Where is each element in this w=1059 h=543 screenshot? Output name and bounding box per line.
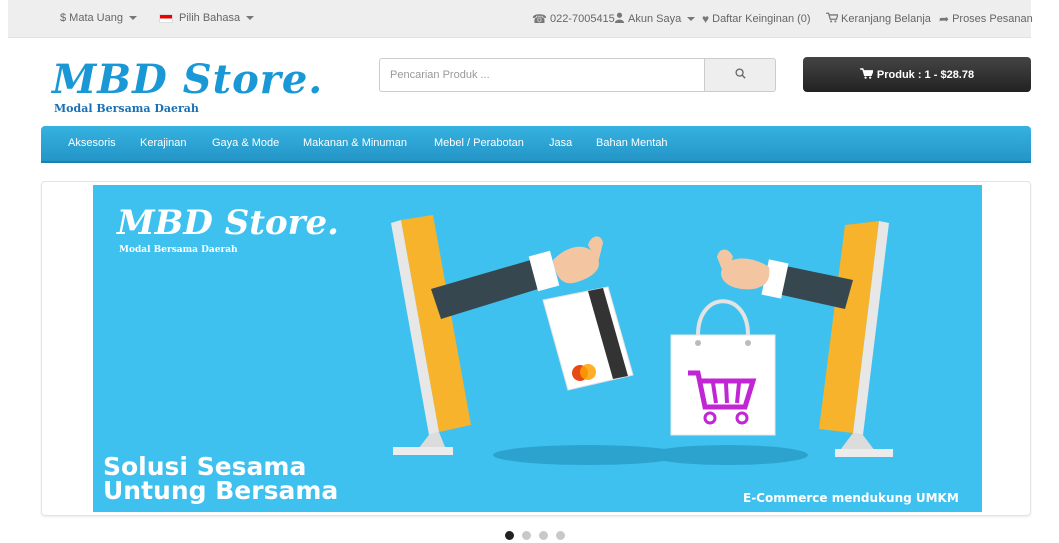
account-label: Akun Saya [628,13,682,25]
search-button[interactable] [704,58,776,92]
nav-item-bahan-mentah[interactable]: Bahan Mentah [596,137,668,149]
header: MBD Store. Modal Bersama Daerah Produk :… [0,38,1059,126]
banner-logo-title: MBD Store. [117,203,340,243]
cart-summary-label: Produk : 1 - $28.78 [876,68,975,81]
search-input[interactable] [379,58,704,92]
chevron-down-icon [128,16,137,20]
banner-footer-text: E-Commerce mendukung UMKM [743,491,959,505]
heart-icon: ♥ [702,12,710,26]
phone-link[interactable]: ☎ 022-7005415 [532,12,615,26]
nav-item-mebel-perabotan[interactable]: Mebel / Perabotan [434,137,524,149]
nav-item-kerajinan[interactable]: Kerajinan [140,137,186,149]
nav-item-jasa[interactable]: Jasa [549,137,572,149]
slider-dot-3[interactable] [539,531,548,540]
phone-number: 022-7005415 [549,13,615,25]
nav-item-aksesoris[interactable]: Aksesoris [68,137,116,149]
banner-tagline-line2: Untung Bersama [103,476,339,505]
chevron-down-icon [246,16,255,20]
logo-title: MBD Store. [52,56,324,103]
banner-logo-subtitle: Modal Bersama Daerah [119,245,238,255]
cart-icon [826,12,839,26]
slider-dot-4[interactable] [556,531,565,540]
cart-summary-button[interactable]: Produk : 1 - $28.78 [803,57,1031,92]
language-dropdown[interactable]: Pilih Bahasa [159,12,255,24]
slider-dot-1[interactable] [505,531,514,540]
banner-slide[interactable]: MBD Store. Modal Bersama Daerah Solusi S… [93,185,982,512]
category-nav: Aksesoris Kerajinan Gaya & Mode Makanan … [41,126,1031,163]
logo-subtitle: Modal Bersama Daerah [54,102,199,115]
currency-label: $ Mata Uang [60,12,123,24]
share-icon: ➦ [939,12,950,26]
cart-label: Keranjang Belanja [841,13,931,25]
cart-icon [859,67,874,82]
checkout-label: Proses Pesanan [952,13,1033,25]
currency-dropdown[interactable]: $ Mata Uang [60,12,137,24]
store-logo[interactable]: MBD Store. Modal Bersama Daerah [52,56,362,120]
chevron-down-icon [687,17,696,21]
wishlist-label: Daftar Keinginan (0) [712,13,811,25]
hero-slider: MBD Store. Modal Bersama Daerah Solusi S… [41,181,1031,516]
search-bar [379,58,776,92]
nav-item-makanan-minuman[interactable]: Makanan & Minuman [303,137,407,149]
nav-item-gaya-mode[interactable]: Gaya & Mode [212,137,279,149]
slider-dot-2[interactable] [522,531,531,540]
checkout-link[interactable]: ➦ Proses Pesanan [939,12,1033,26]
top-bar: $ Mata Uang Pilih Bahasa ☎ 022-7005415 A… [8,0,1033,38]
phone-icon: ☎ [532,12,547,26]
language-label: Pilih Bahasa [179,12,241,24]
search-icon [734,66,746,84]
slider-pagination [505,531,565,540]
cart-link[interactable]: Keranjang Belanja [826,12,931,26]
wishlist-link[interactable]: ♥ Daftar Keinginan (0) [702,12,811,26]
user-icon [614,12,625,26]
flag-icon [159,13,173,23]
account-dropdown[interactable]: Akun Saya [614,12,696,26]
